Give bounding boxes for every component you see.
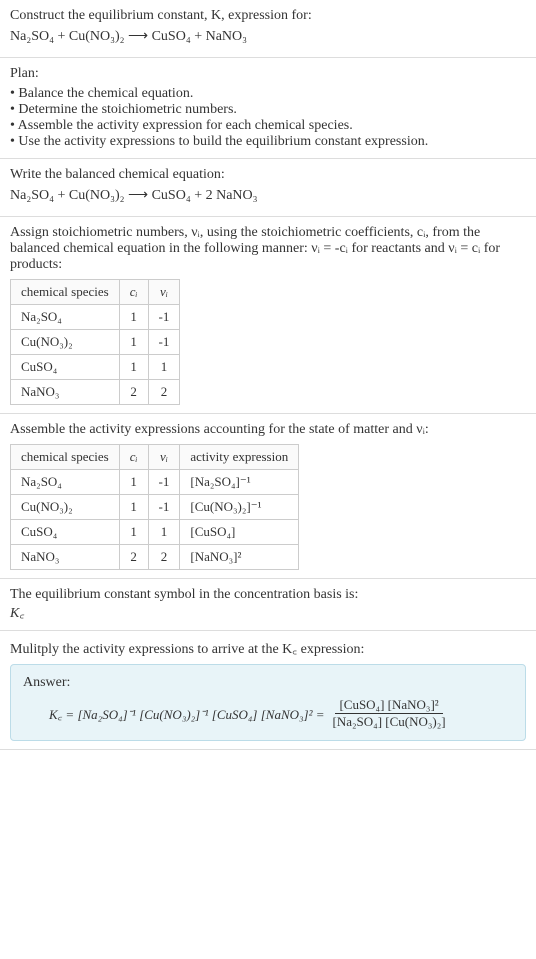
stoich-table: chemical species cᵢ νᵢ Na₂SO₄ 1 -1 Cu(NO… (10, 279, 180, 405)
cell-vi: 2 (148, 545, 180, 570)
cell-species: Cu(NO₃)₂ (11, 495, 120, 520)
col-species: chemical species (11, 445, 120, 470)
table-row: NaNO₃ 2 2 (11, 380, 180, 405)
cell-expr: [Cu(NO₃)₂]⁻¹ (180, 495, 299, 520)
stoich-section: Assign stoichiometric numbers, νᵢ, using… (0, 217, 536, 414)
plan-item: Determine the stoichiometric numbers. (10, 102, 526, 118)
cell-vi: -1 (148, 305, 180, 330)
cell-expr: [NaNO₃]² (180, 545, 299, 570)
col-vi: νᵢ (148, 445, 180, 470)
multiply-section: Mulitply the activity expressions to arr… (0, 631, 536, 750)
cell-ci: 1 (119, 520, 148, 545)
symbol-value: K꜀ (10, 603, 526, 622)
table-header-row: chemical species cᵢ νᵢ activity expressi… (11, 445, 299, 470)
answer-label: Answer: (23, 675, 513, 691)
table-row: Cu(NO₃)₂ 1 -1 (11, 330, 180, 355)
cell-vi: 2 (148, 380, 180, 405)
answer-box: Answer: K꜀ = [Na₂SO₄]⁻¹ [Cu(NO₃)₂]⁻¹ [Cu… (10, 664, 526, 741)
cell-species: Cu(NO₃)₂ (11, 330, 120, 355)
cell-vi: -1 (148, 330, 180, 355)
col-vi: νᵢ (148, 280, 180, 305)
activity-heading: Assemble the activity expressions accoun… (10, 422, 526, 438)
cell-vi: 1 (148, 355, 180, 380)
plan-list: Balance the chemical equation. Determine… (10, 86, 526, 150)
cell-vi: 1 (148, 520, 180, 545)
cell-ci: 1 (119, 495, 148, 520)
unbalanced-equation: Na₂SO₄ + Cu(NO₃)₂ ⟶ CuSO₄ + NaNO₃ (10, 28, 526, 45)
table-row: Cu(NO₃)₂ 1 -1 [Cu(NO₃)₂]⁻¹ (11, 495, 299, 520)
cell-species: Na₂SO₄ (11, 470, 120, 495)
plan-item: Assemble the activity expression for eac… (10, 118, 526, 134)
symbol-section: The equilibrium constant symbol in the c… (0, 579, 536, 631)
cell-vi: -1 (148, 495, 180, 520)
table-row: CuSO₄ 1 1 (11, 355, 180, 380)
table-header-row: chemical species cᵢ νᵢ (11, 280, 180, 305)
prompt-section: Construct the equilibrium constant, K, e… (0, 0, 536, 58)
fraction-denominator: [Na₂SO₄] [Cu(NO₃)₂] (329, 714, 450, 730)
balanced-equation: Na₂SO₄ + Cu(NO₃)₂ ⟶ CuSO₄ + 2 NaNO₃ (10, 187, 526, 204)
cell-ci: 1 (119, 470, 148, 495)
cell-species: CuSO₄ (11, 520, 120, 545)
plan-item: Use the activity expressions to build th… (10, 134, 526, 150)
activity-section: Assemble the activity expressions accoun… (0, 414, 536, 579)
cell-species: NaNO₃ (11, 545, 120, 570)
cell-ci: 1 (119, 355, 148, 380)
symbol-heading: The equilibrium constant symbol in the c… (10, 587, 526, 603)
table-row: CuSO₄ 1 1 [CuSO₄] (11, 520, 299, 545)
plan-heading: Plan: (10, 66, 526, 82)
fraction-numerator: [CuSO₄] [NaNO₃]² (335, 697, 442, 714)
cell-species: CuSO₄ (11, 355, 120, 380)
prompt-heading: Construct the equilibrium constant, K, e… (10, 8, 526, 24)
cell-ci: 1 (119, 305, 148, 330)
kc-lhs: K꜀ = [Na₂SO₄]⁻¹ [Cu(NO₃)₂]⁻¹ [CuSO₄] [Na… (49, 705, 325, 723)
cell-expr: [Na₂SO₄]⁻¹ (180, 470, 299, 495)
col-ci: cᵢ (119, 445, 148, 470)
cell-expr: [CuSO₄] (180, 520, 299, 545)
table-row: NaNO₃ 2 2 [NaNO₃]² (11, 545, 299, 570)
plan-section: Plan: Balance the chemical equation. Det… (0, 58, 536, 159)
balanced-heading: Write the balanced chemical equation: (10, 167, 526, 183)
stoich-heading: Assign stoichiometric numbers, νᵢ, using… (10, 225, 526, 273)
plan-item: Balance the chemical equation. (10, 86, 526, 102)
col-ci: cᵢ (119, 280, 148, 305)
cell-vi: -1 (148, 470, 180, 495)
cell-ci: 2 (119, 380, 148, 405)
col-species: chemical species (11, 280, 120, 305)
cell-species: Na₂SO₄ (11, 305, 120, 330)
cell-species: NaNO₃ (11, 380, 120, 405)
balanced-section: Write the balanced chemical equation: Na… (0, 159, 536, 217)
cell-ci: 2 (119, 545, 148, 570)
cell-ci: 1 (119, 330, 148, 355)
activity-table: chemical species cᵢ νᵢ activity expressi… (10, 444, 299, 570)
kc-fraction: [CuSO₄] [NaNO₃]² [Na₂SO₄] [Cu(NO₃)₂] (329, 697, 450, 730)
kc-expression: K꜀ = [Na₂SO₄]⁻¹ [Cu(NO₃)₂]⁻¹ [CuSO₄] [Na… (23, 697, 513, 730)
table-row: Na₂SO₄ 1 -1 [Na₂SO₄]⁻¹ (11, 470, 299, 495)
table-row: Na₂SO₄ 1 -1 (11, 305, 180, 330)
multiply-heading: Mulitply the activity expressions to arr… (10, 639, 526, 658)
col-expr: activity expression (180, 445, 299, 470)
